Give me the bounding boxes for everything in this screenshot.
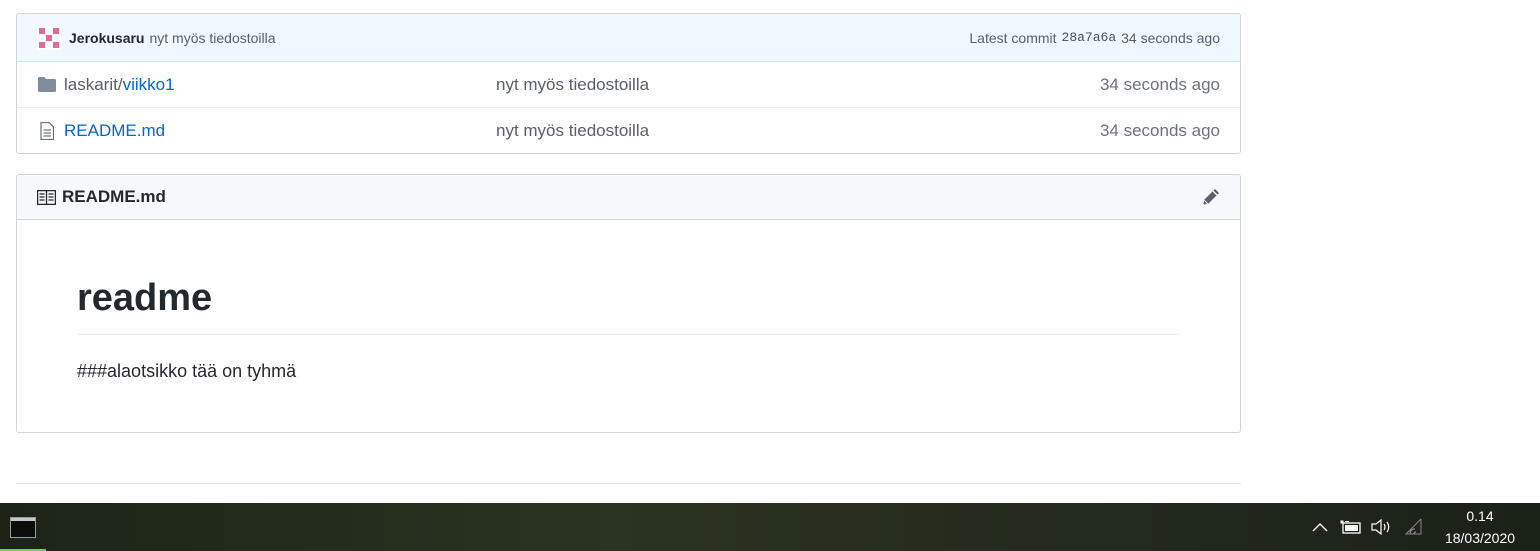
wifi-icon[interactable]	[1397, 519, 1428, 535]
file-name[interactable]: viikko1	[123, 75, 175, 94]
readme-title: README.md	[62, 187, 166, 206]
windows-taskbar: 0.14 18/03/2020	[0, 503, 1540, 551]
readme-heading: readme	[77, 276, 1180, 335]
readme-panel: README.md readme ###alaotsikko tää on ty…	[16, 174, 1241, 433]
clock-time: 0.14	[1466, 508, 1494, 524]
readme-paragraph: ###alaotsikko tää on tyhmä	[77, 360, 297, 381]
file-age: 34 seconds ago	[1099, 74, 1220, 94]
file-name[interactable]: README.md	[64, 121, 165, 140]
commit-sha-link[interactable]: 28a7a6a	[1062, 30, 1117, 45]
avatar[interactable]	[37, 25, 61, 50]
file-row: laskarit/viikko1 nyt myös tiedostoilla 3…	[17, 62, 1240, 108]
file-icon	[37, 122, 57, 140]
latest-commit-bar: Jerokusaru nyt myös tiedostoilla Latest …	[17, 14, 1240, 62]
file-browser: Jerokusaru nyt myös tiedostoilla Latest …	[16, 13, 1241, 154]
page: Jerokusaru nyt myös tiedostoilla Latest …	[0, 0, 1540, 503]
commit-info: Latest commit 28a7a6a 34 seconds ago	[969, 30, 1220, 46]
file-row: README.md nyt myös tiedostoilla 34 secon…	[17, 108, 1240, 153]
file-commit-message[interactable]: nyt myös tiedostoilla	[496, 75, 1100, 95]
folder-icon	[37, 77, 57, 92]
battery-icon[interactable]	[1335, 520, 1366, 534]
system-clock[interactable]: 0.14 18/03/2020	[1428, 505, 1540, 549]
file-path-prefix[interactable]: laskarit/	[64, 75, 123, 94]
pencil-icon[interactable]	[1202, 188, 1220, 206]
command-prompt-icon	[10, 516, 36, 538]
file-name-link[interactable]: laskarit/viikko1	[64, 75, 496, 95]
commit-message-link[interactable]: nyt myös tiedostoilla	[149, 30, 275, 46]
file-age: 34 seconds ago	[1099, 121, 1220, 140]
file-commit-message[interactable]: nyt myös tiedostoilla	[496, 121, 1100, 141]
volume-icon[interactable]	[1366, 519, 1397, 535]
system-tray: 0.14 18/03/2020	[1304, 503, 1540, 551]
footer-divider	[16, 483, 1241, 484]
command-prompt-taskbar-button[interactable]	[0, 503, 46, 551]
readme-content: readme ###alaotsikko tää on tyhmä	[17, 220, 1240, 382]
latest-commit-label: Latest commit	[969, 29, 1057, 46]
chevron-up-icon[interactable]	[1304, 522, 1335, 532]
book-icon	[37, 189, 56, 205]
readme-header: README.md	[17, 175, 1240, 220]
clock-date: 18/03/2020	[1444, 530, 1516, 546]
file-name-link[interactable]: README.md	[64, 121, 496, 141]
commit-author-link[interactable]: Jerokusaru	[69, 30, 144, 46]
commit-age: 34 seconds ago	[1121, 29, 1220, 46]
